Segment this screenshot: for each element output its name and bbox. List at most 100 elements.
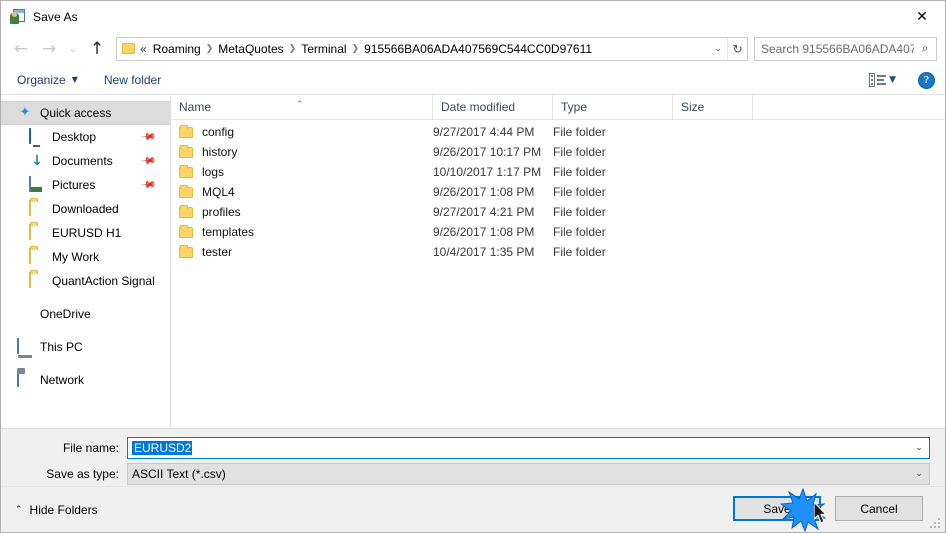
save-as-type-select[interactable]: ASCII Text (*.csv) ⌄ (127, 463, 930, 485)
breadcrumb-separator: ❯ (205, 43, 214, 54)
pc-icon (17, 338, 33, 355)
column-header-name[interactable]: Name ⌃ (171, 94, 433, 120)
folder-icon (179, 205, 193, 218)
refresh-icon[interactable]: ↻ (727, 37, 747, 60)
chevron-down-icon[interactable]: ⌄ (709, 44, 727, 54)
star-icon: ✦ (19, 105, 31, 120)
pictures-icon (29, 176, 45, 193)
organize-button[interactable]: Organize ▼ (17, 73, 78, 87)
column-header-size[interactable]: Size (673, 94, 753, 120)
file-type-cell: File folder (553, 125, 606, 139)
file-type-cell: File folder (553, 245, 606, 259)
sidebar-item-label: Network (40, 373, 85, 387)
sidebar-item-quick-access[interactable]: ✦ Quick access (1, 101, 170, 125)
window-title: Save As (33, 9, 78, 24)
column-header-name-label: Name (179, 99, 212, 114)
search-icon[interactable]: ⌕ (914, 41, 936, 56)
sidebar-item-documents[interactable]: ↓ Documents 📌 (1, 149, 170, 173)
file-name-label: profiles (202, 205, 241, 219)
file-date-cell: 9/27/2017 4:21 PM (433, 205, 535, 219)
sidebar-item-network[interactable]: Network (1, 368, 170, 392)
table-row[interactable]: profiles 9/27/2017 4:21 PM File folder (171, 202, 945, 222)
file-name-cell: config (171, 125, 433, 139)
pin-icon[interactable]: 📌 (139, 177, 156, 193)
breadcrumb-overflow[interactable]: « (138, 42, 150, 56)
column-header-type[interactable]: Type (553, 94, 673, 120)
sidebar-item-label: Quick access (40, 106, 112, 120)
command-toolbar: Organize ▼ New folder ▼ ? (1, 65, 945, 95)
column-header-date-modified[interactable]: Date modified (433, 94, 553, 120)
navigation-bar: ← → ⌄ ↑ « Roaming ❯ MetaQuotes ❯ Termina… (1, 32, 945, 65)
file-date-cell: 10/4/2017 1:35 PM (433, 245, 535, 259)
chevron-down-icon: ▼ (71, 75, 78, 84)
folder-icon (179, 225, 193, 238)
search-placeholder: Search 915566BA06ADA40756... (761, 41, 914, 56)
table-row[interactable]: logs 10/10/2017 1:17 PM File folder (171, 162, 945, 182)
hide-folders-label: Hide Folders (29, 502, 98, 517)
chevron-up-icon: ⌃ (15, 504, 23, 515)
address-bar[interactable]: « Roaming ❯ MetaQuotes ❯ Terminal ❯ 9155… (116, 36, 748, 61)
file-name-label: templates (202, 225, 255, 239)
pin-icon[interactable]: 📌 (139, 129, 156, 145)
file-rows: config 9/27/2017 4:44 PM File folder his… (171, 120, 945, 428)
table-row[interactable]: history 9/26/2017 10:17 PM File folder (171, 142, 945, 162)
recent-locations-icon[interactable]: ⌄ (63, 35, 83, 63)
resize-grip[interactable] (927, 515, 940, 528)
file-date-cell: 9/26/2017 1:08 PM (433, 185, 535, 199)
sidebar-item-downloaded[interactable]: Downloaded (1, 197, 170, 221)
monitor-icon (29, 128, 45, 145)
folder-icon (179, 145, 193, 158)
save-button[interactable]: Save (733, 496, 821, 521)
sidebar-item-eurusd-h1[interactable]: EURUSD H1 (1, 221, 170, 245)
sidebar-item-pictures[interactable]: Pictures 📌 (1, 173, 170, 197)
back-icon[interactable]: ← (7, 35, 35, 63)
table-row[interactable]: config 9/27/2017 4:44 PM File folder (171, 122, 945, 142)
view-dropdown-icon[interactable]: ▼ (889, 75, 896, 85)
sidebar-item-label: Desktop (52, 130, 97, 144)
table-row[interactable]: tester 10/4/2017 1:35 PM File folder (171, 242, 945, 262)
sidebar-item-quantaction-signal[interactable]: QuantAction Signal (1, 269, 170, 293)
new-folder-button[interactable]: New folder (104, 73, 161, 87)
pin-icon[interactable]: 📌 (139, 153, 156, 169)
search-input[interactable]: Search 915566BA06ADA40756... ⌕ (754, 36, 937, 61)
sidebar-item-label: EURUSD H1 (52, 226, 122, 240)
file-list-pane: Name ⌃ Date modified Type Size config 9/… (171, 94, 945, 428)
hide-folders-button[interactable]: ⌃ Hide Folders (15, 503, 98, 517)
breadcrumb-item-2[interactable]: Terminal (298, 42, 349, 56)
file-type-cell: File folder (553, 145, 606, 159)
folder-icon (179, 185, 193, 198)
cancel-button[interactable]: Cancel (835, 496, 923, 521)
breadcrumb-item-3[interactable]: 915566BA06ADA407569C544CC0D97611 (361, 42, 595, 56)
file-name-input[interactable]: EURUSD2 ⌄ (127, 437, 930, 459)
breadcrumb-item-0[interactable]: Roaming (150, 42, 204, 56)
folder-icon (29, 272, 45, 289)
close-icon[interactable]: ✕ (899, 1, 945, 32)
chevron-down-icon[interactable]: ⌄ (909, 443, 929, 453)
view-layout-icon[interactable] (869, 73, 887, 87)
dialog-footer: ⌃ Hide Folders Save Cancel (1, 486, 945, 532)
chevron-down-icon[interactable]: ⌄ (909, 469, 929, 479)
sidebar-item-this-pc[interactable]: This PC (1, 335, 170, 359)
file-name-cell: logs (171, 165, 433, 179)
file-name-cell: tester (171, 245, 433, 259)
sidebar-item-desktop[interactable]: Desktop 📌 (1, 125, 170, 149)
sidebar-item-onedrive[interactable]: OneDrive (1, 302, 170, 326)
forward-icon[interactable]: → (35, 35, 63, 63)
cloud-icon (17, 306, 33, 322)
sidebar-item-label: OneDrive (40, 307, 91, 321)
sidebar-item-my-work[interactable]: My Work (1, 245, 170, 269)
save-as-dialog: Save As ✕ ← → ⌄ ↑ « Roaming ❯ MetaQuotes… (0, 0, 946, 533)
table-row[interactable]: templates 9/26/2017 1:08 PM File folder (171, 222, 945, 242)
new-folder-label: New folder (103, 72, 162, 87)
file-type-cell: File folder (553, 165, 606, 179)
sort-ascending-icon: ⌃ (296, 99, 304, 110)
up-icon[interactable]: ↑ (83, 35, 111, 63)
file-name-cell: templates (171, 225, 433, 239)
file-name-label: MQL4 (202, 185, 235, 199)
breadcrumb-item-1[interactable]: MetaQuotes (215, 42, 286, 56)
file-type-cell: File folder (553, 225, 606, 239)
help-icon[interactable]: ? (918, 71, 935, 89)
table-row[interactable]: MQL4 9/26/2017 1:08 PM File folder (171, 182, 945, 202)
navigation-pane: ✦ Quick access Desktop 📌 ↓ Documents 📌 P… (1, 95, 171, 428)
title-bar: Save As ✕ (1, 1, 945, 32)
